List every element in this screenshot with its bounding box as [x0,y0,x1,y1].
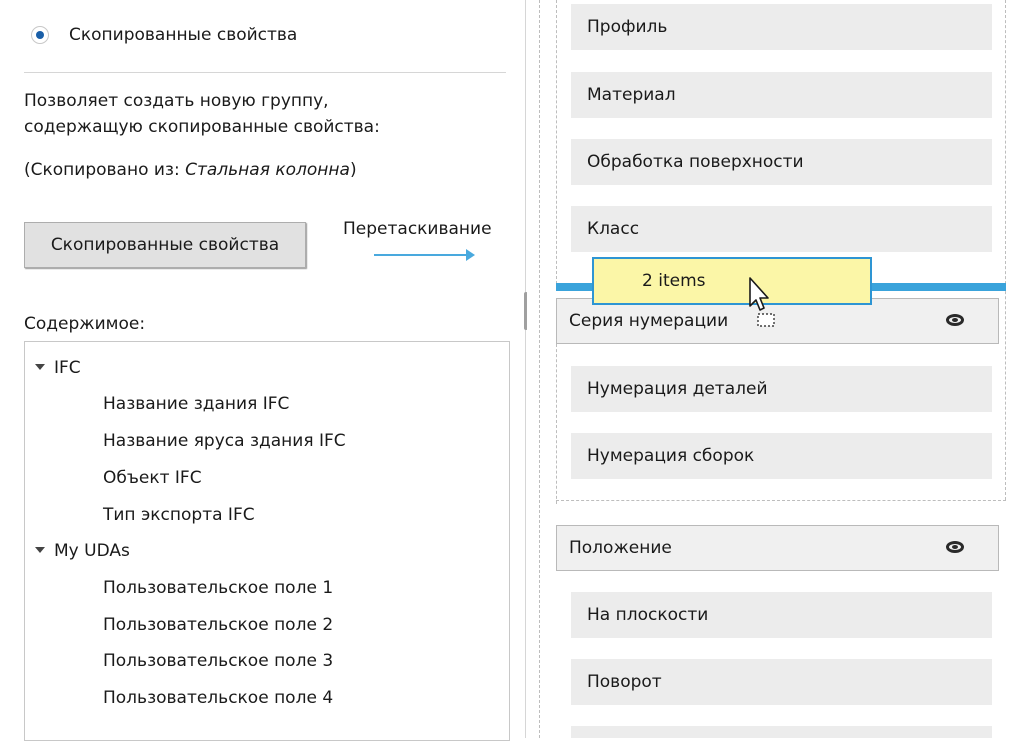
property-item[interactable]: На плоскости [571,592,992,638]
radio-selected-icon [36,31,44,39]
property-label: Материал [587,85,676,105]
property-label: Обработка поверхности [587,152,804,172]
caret-down-icon[interactable] [35,547,45,553]
tree-item[interactable]: Объект IFC [103,468,202,488]
guide-line [1005,0,1006,500]
eye-icon[interactable] [946,314,964,326]
tree-group-label: My UDAs [54,541,130,561]
tree-item[interactable]: Пользовательское поле 1 [103,578,333,598]
arrow-right-icon [466,249,475,261]
property-item[interactable]: Нумерация деталей [571,366,992,412]
property-item[interactable]: Нумерация сборок [571,433,992,479]
property-label: Поворот [587,672,662,692]
copied-from-prefix: (Скопировано из: [24,160,186,180]
property-label: Нумерация сборок [587,446,755,466]
eye-icon[interactable] [946,541,964,553]
property-item[interactable] [571,726,992,738]
group-header-label: Положение [569,538,672,558]
tree-item[interactable]: Тип экспорта IFC [103,505,255,525]
copied-from-suffix: ) [349,160,357,180]
tree-item[interactable]: Пользовательское поле 3 [103,651,333,671]
property-item[interactable]: Класс [571,206,992,252]
property-label: Нумерация деталей [587,379,768,399]
tree-group-ifc[interactable]: IFC [35,358,81,378]
pane-divider [525,0,526,738]
drag-hint-label: Перетаскивание [343,219,492,239]
tree-item[interactable]: Пользовательское поле 2 [103,615,333,635]
copied-from-text: (Скопировано из: Стальная колонна) [24,160,357,180]
property-label: Профиль [587,17,668,37]
tree-item[interactable]: Название яруса здания IFC [103,431,346,451]
radio-copied-properties[interactable] [31,26,49,44]
property-item[interactable]: Поворот [571,659,992,705]
tree-item[interactable]: Пользовательское поле 4 [103,688,333,708]
copied-properties-button[interactable]: Скопированные свойства [24,222,306,268]
copied-from-object: Стальная колонна [185,160,350,180]
drag-tooltip-label: 2 items [642,271,706,291]
property-item[interactable]: Профиль [571,4,992,50]
property-label: Класс [587,219,640,239]
guide-line [539,0,540,738]
drag-cursor-icon [749,277,775,327]
property-label: На плоскости [587,605,709,625]
drag-tooltip: 2 items [592,257,872,305]
description-line-2: содержащую скопированные свойства: [24,117,380,137]
contents-tree[interactable]: IFC Название здания IFC Название яруса з… [24,341,510,741]
group-boundary [556,500,1006,501]
description: Позволяет создать новую группу, содержащ… [24,88,380,140]
tree-group-label: IFC [54,358,81,378]
radio-label[interactable]: Скопированные свойства [69,25,297,45]
guide-line [556,344,557,504]
drag-arrow-line [374,254,468,256]
group-header-label: Серия нумерации [569,311,729,331]
property-item[interactable]: Материал [571,72,992,118]
group-header-position[interactable]: Положение [556,525,999,571]
contents-title: Содержимое: [24,314,146,334]
tree-item[interactable]: Название здания IFC [103,394,289,414]
description-line-1: Позволяет создать новую группу, [24,91,329,111]
divider [24,72,506,73]
copied-properties-button-label: Скопированные свойства [50,235,280,255]
property-item[interactable]: Обработка поверхности [571,139,992,185]
guide-line [556,0,557,284]
caret-down-icon[interactable] [35,364,45,370]
tree-group-my-udas[interactable]: My UDAs [35,541,130,561]
